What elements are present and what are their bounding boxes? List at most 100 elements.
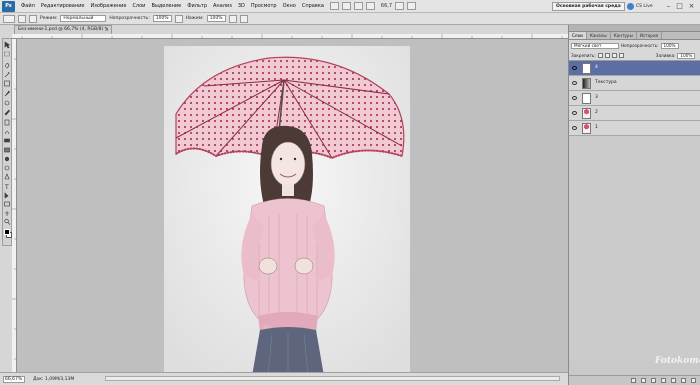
close-icon[interactable]: ×	[105, 26, 109, 34]
layer-thumbnail	[582, 123, 591, 134]
layer-row-2[interactable]: 2	[569, 106, 700, 121]
layer-row-1[interactable]: 1	[569, 121, 700, 136]
lock-position-icon[interactable]	[611, 53, 617, 58]
layer-thumbnail	[582, 63, 591, 74]
canvas-area[interactable]	[17, 39, 568, 372]
menu-analysis[interactable]: Анализ	[210, 3, 235, 9]
gradient-tool-icon	[4, 147, 10, 153]
new-group-icon[interactable]	[671, 378, 676, 383]
layer-row-4[interactable]: 4	[569, 61, 700, 76]
layer-name: 2	[595, 110, 598, 115]
watermark: Fotokomok.ru	[655, 356, 700, 366]
document-canvas[interactable]	[164, 46, 410, 372]
document-tab[interactable]: Без-имени-1.psd @ 66,7% (4, RGB/8) * ×	[14, 25, 112, 34]
bridge-icon[interactable]	[329, 2, 339, 10]
cs-live-button[interactable]: CS Live	[627, 2, 653, 11]
close-button[interactable]: ×	[687, 2, 696, 11]
tab-paths[interactable]: Контуры	[611, 32, 637, 39]
brush-tool-icon	[4, 109, 10, 116]
tab-history[interactable]: История	[637, 32, 663, 39]
menu-filter[interactable]: Фильтр	[184, 3, 210, 9]
menu-edit[interactable]: Редактирование	[38, 3, 88, 9]
cs-live-icon	[627, 3, 634, 10]
menu-window[interactable]: Окно	[280, 3, 299, 9]
link-layers-icon[interactable]	[631, 378, 636, 383]
minibridge-icon[interactable]	[341, 2, 351, 10]
photoshop-logo: Ps	[2, 0, 15, 12]
workspace-switcher[interactable]: Основная рабочая среда	[552, 2, 625, 11]
fill-field[interactable]: 100%	[677, 52, 696, 59]
airbrush-icon[interactable]	[228, 14, 237, 23]
blend-mode-select[interactable]: Мягкий свет	[571, 42, 619, 49]
pressure-size-icon[interactable]	[239, 14, 248, 23]
layer-thumbnail	[582, 78, 591, 89]
options-bar: Режим: Нормальный Непрозрачность: 100% Н…	[0, 13, 700, 25]
opacity-field[interactable]: 100%	[152, 15, 172, 22]
brush-panel-icon[interactable]	[29, 14, 37, 23]
horizontal-scrollbar[interactable]	[105, 376, 560, 381]
toolbox: T	[2, 38, 12, 246]
mode-select[interactable]: Нормальный	[60, 15, 107, 22]
lock-all-icon[interactable]	[618, 53, 624, 58]
layers-list: 4 Текстура 3 2 1	[569, 61, 700, 361]
document-title: Без-имени-1.psd @ 66,7% (4, RGB/8) *	[18, 27, 107, 32]
type-tool-icon: T	[4, 184, 9, 191]
layer-row-3[interactable]: 3	[569, 91, 700, 106]
menu-3d[interactable]: 3D	[235, 3, 248, 9]
flow-field[interactable]: 100%	[206, 15, 226, 22]
dodge-tool-icon	[4, 165, 10, 171]
menu-image[interactable]: Изображение	[87, 3, 129, 9]
healing-brush-icon	[4, 100, 10, 106]
layer-style-icon[interactable]	[641, 378, 646, 383]
document-info[interactable]: Док: 1,09M/3,13M	[33, 377, 74, 382]
menu-help[interactable]: Справка	[299, 3, 327, 9]
visibility-eye-icon[interactable]	[572, 126, 577, 130]
zoom-level[interactable]: 66,7	[381, 3, 392, 9]
zoom-field[interactable]: 66,67%	[3, 375, 25, 383]
visibility-eye-icon[interactable]	[572, 111, 577, 115]
foreground-color-swatch[interactable]	[4, 229, 10, 235]
marquee-tool-icon	[4, 51, 10, 57]
blur-tool-icon	[4, 156, 10, 162]
hand-icon[interactable]	[353, 2, 363, 10]
minimize-button[interactable]: –	[664, 2, 673, 11]
lock-transparency-icon[interactable]	[597, 53, 603, 58]
brush-size-icon[interactable]	[18, 14, 26, 23]
tab-channels[interactable]: Каналы	[587, 32, 611, 39]
layer-opacity-field[interactable]: 100%	[660, 42, 679, 49]
maximize-button[interactable]: □	[675, 2, 684, 11]
cs-live-label: CS Live	[636, 4, 653, 9]
trash-icon[interactable]	[691, 378, 696, 383]
panel-collapse-strip[interactable]	[569, 25, 700, 32]
screen-mode-icon[interactable]	[407, 2, 417, 10]
zoom-tool-icon[interactable]	[365, 2, 375, 10]
menu-select[interactable]: Выделение	[148, 3, 184, 9]
clone-stamp-icon	[4, 119, 10, 126]
layer-name: Текстура	[595, 80, 617, 85]
add-mask-icon[interactable]	[651, 378, 656, 383]
eraser-icon	[4, 138, 10, 143]
pressure-opacity-icon[interactable]	[174, 14, 183, 23]
mode-label: Режим:	[40, 16, 58, 21]
lock-pixels-icon[interactable]	[604, 53, 610, 58]
shape-tool-icon	[4, 201, 10, 207]
visibility-eye-icon[interactable]	[572, 66, 577, 70]
adjustment-layer-icon[interactable]	[661, 378, 666, 383]
magic-wand-icon	[4, 71, 10, 78]
menu-layers[interactable]: Слои	[129, 3, 148, 9]
history-brush-icon	[4, 131, 10, 135]
layer-thumbnail	[582, 108, 591, 119]
layer-name: 1	[595, 125, 598, 130]
menu-view[interactable]: Просмотр	[248, 3, 280, 9]
tab-layers[interactable]: Слои	[569, 32, 587, 39]
brush-preset-icon[interactable]	[3, 14, 15, 23]
menu-file[interactable]: Файл	[18, 3, 38, 9]
crop-tool-icon	[4, 80, 10, 87]
new-layer-icon[interactable]	[681, 378, 686, 383]
arrange-icon[interactable]	[395, 2, 405, 10]
path-select-icon	[4, 192, 9, 199]
layer-row-texture[interactable]: Текстура	[569, 76, 700, 91]
visibility-eye-icon[interactable]	[572, 81, 577, 85]
flow-label: Нажим:	[185, 16, 204, 21]
visibility-eye-icon[interactable]	[572, 96, 577, 100]
